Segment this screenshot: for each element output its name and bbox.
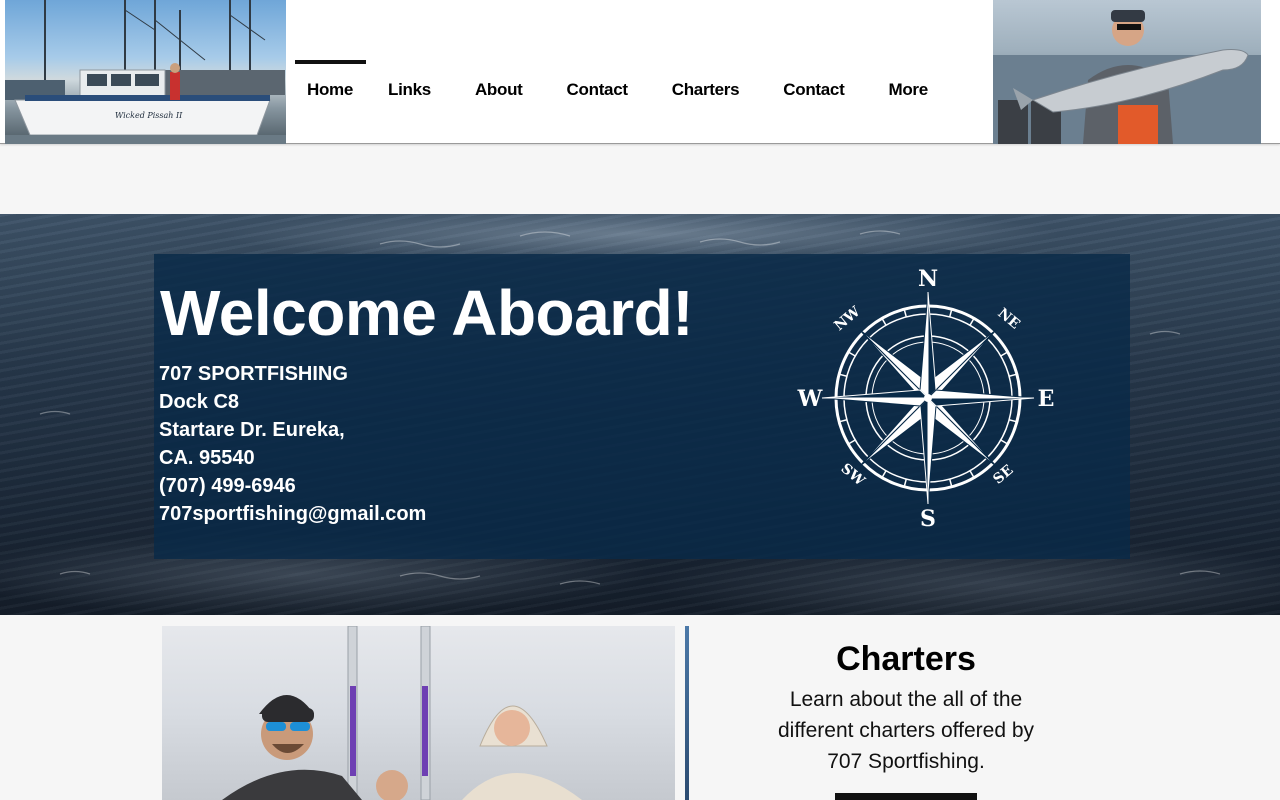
compass-w: W bbox=[797, 386, 823, 412]
compass-rose-icon: N S E W NE NW SE SW bbox=[797, 266, 1055, 530]
header-boat-photo: Wicked Pissah II bbox=[5, 0, 286, 144]
main-nav: Home Links About Contact Charters Contac… bbox=[295, 60, 950, 120]
charters-description: Learn about the all of the different cha… bbox=[756, 684, 1056, 777]
compass-e: E bbox=[1038, 386, 1055, 412]
hero-info-panel: Welcome Aboard! 707 SPORTFISHING Dock C8… bbox=[154, 254, 1130, 559]
hero-section: Welcome Aboard! 707 SPORTFISHING Dock C8… bbox=[0, 214, 1280, 615]
nav-links[interactable]: Links bbox=[366, 60, 453, 120]
header-fish-photo bbox=[993, 0, 1261, 144]
compass-s: S bbox=[920, 506, 936, 530]
compass-nw: NW bbox=[831, 303, 863, 334]
email-link[interactable]: 707sportfishing@gmail.com bbox=[159, 500, 426, 528]
charters-desc-line-3: 707 Sportfishing. bbox=[827, 750, 985, 773]
fish-photo-illustration bbox=[993, 10, 1261, 144]
nav-home[interactable]: Home bbox=[295, 60, 367, 120]
compass-ne: NE bbox=[994, 305, 1022, 332]
nav-more[interactable]: More bbox=[866, 60, 949, 120]
photo-divider bbox=[685, 626, 689, 800]
site-header: Wicked Pissah II Home Links About Contac… bbox=[0, 0, 1280, 144]
nav-contact[interactable]: Contact bbox=[545, 60, 650, 120]
nav-about[interactable]: About bbox=[453, 60, 545, 120]
charters-photo bbox=[162, 626, 675, 800]
street-line: Startare Dr. Eureka, bbox=[159, 419, 345, 441]
state-zip-line: CA. 95540 bbox=[159, 447, 255, 469]
charters-desc-line-2: different charters offered by bbox=[777, 719, 1035, 742]
anglers-photo-illustration bbox=[222, 626, 582, 800]
nav-contact-2[interactable]: Contact bbox=[761, 60, 866, 120]
nav-charters[interactable]: Charters bbox=[650, 60, 762, 120]
boat-name-text: Wicked Pissah II bbox=[115, 111, 183, 120]
compass-n: N bbox=[918, 266, 938, 292]
charters-heading: Charters bbox=[836, 640, 976, 678]
compass-se: SE bbox=[990, 462, 1016, 488]
contact-block: 707 SPORTFISHING Dock C8 Startare Dr. Eu… bbox=[159, 360, 426, 528]
charters-desc-line-1: Learn about the all of the bbox=[789, 688, 1023, 711]
phone-number[interactable]: (707) 499-6946 bbox=[159, 472, 426, 500]
hero-title: Welcome Aboard! bbox=[160, 277, 694, 349]
business-name: 707 SPORTFISHING bbox=[159, 363, 348, 385]
boat-photo-illustration: Wicked Pissah II bbox=[5, 0, 286, 144]
dock-line: Dock C8 bbox=[159, 391, 240, 413]
charters-button[interactable] bbox=[835, 793, 977, 800]
